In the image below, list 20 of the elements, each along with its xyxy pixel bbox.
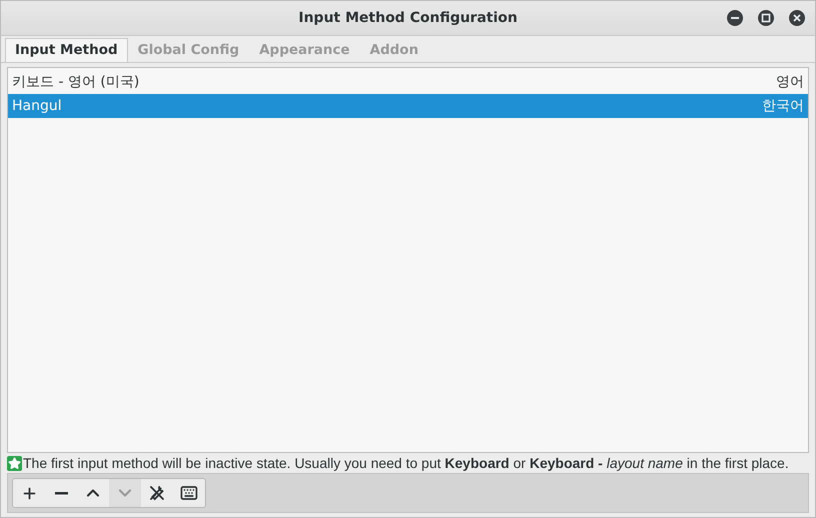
method-language: 영어 [776,73,804,91]
tab[interactable]: Appearance [249,38,360,62]
method-language: 한국어 [762,97,804,115]
hint-text: The first input method will be inactive state. Usually you need to put Keyboard or Keyboard - layout name in the first place. [23,455,789,471]
method-name: Hangul [12,98,62,114]
star-icon [7,456,22,470]
maximize-icon[interactable] [758,10,774,26]
tab[interactable]: Input Method [5,38,128,62]
plus-icon [20,484,38,502]
list-row[interactable]: 키보드 - 영어 (미국) 영어 [8,70,808,94]
minimize-icon[interactable] [727,10,743,26]
keyboard-icon [180,484,198,502]
tab[interactable]: Addon [360,38,428,62]
minus-icon [54,492,68,494]
tab[interactable]: Global Config [128,38,250,62]
list-row[interactable]: Hangul 한국어 [8,94,808,118]
close-icon[interactable] [789,10,805,26]
tools-icon [148,484,166,502]
method-name: 키보드 - 영어 (미국) [12,73,140,91]
window-title: Input Method Configuration [298,10,518,26]
